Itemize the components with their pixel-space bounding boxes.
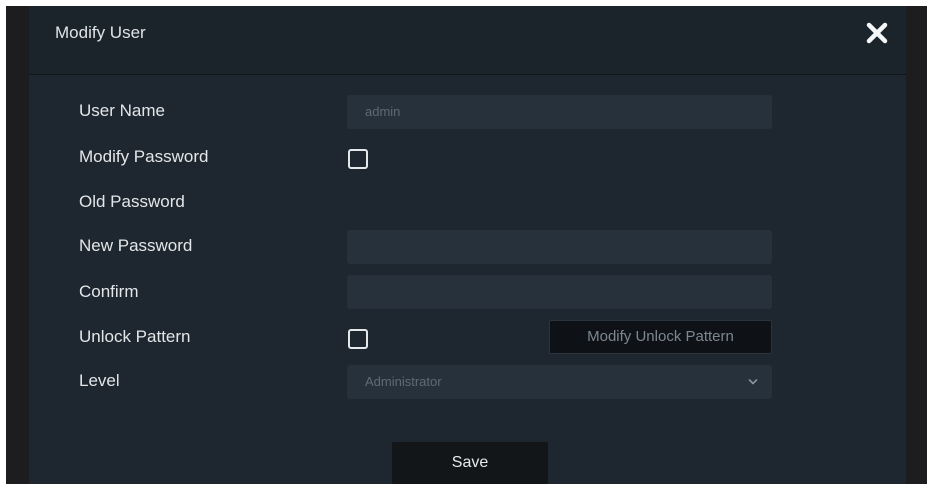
user-name-label: User Name [79,101,165,120]
modify-password-checkbox[interactable] [348,149,368,169]
chevron-down-icon [748,379,758,385]
dialog-title: Modify User [55,23,146,42]
level-label: Level [79,371,120,390]
unlock-pattern-label: Unlock Pattern [79,327,191,346]
modify-password-label: Modify Password [79,147,209,166]
confirm-label: Confirm [79,282,139,301]
modify-unlock-pattern-button[interactable]: Modify Unlock Pattern [549,320,772,354]
close-icon[interactable] [864,20,890,46]
new-password-label: New Password [79,236,193,255]
save-button[interactable]: Save [392,442,548,484]
level-select[interactable]: Administrator [347,365,772,399]
confirm-password-input[interactable] [347,275,772,309]
modify-user-dialog: Modify User User Name admin Modify Passw… [29,6,906,484]
unlock-pattern-checkbox[interactable] [348,329,368,349]
dialog-titlebar: Modify User [29,6,906,75]
level-selected-value: Administrator [365,374,442,389]
user-name-field: admin [347,95,772,129]
old-password-label: Old Password [79,192,185,211]
new-password-input[interactable] [347,230,772,264]
